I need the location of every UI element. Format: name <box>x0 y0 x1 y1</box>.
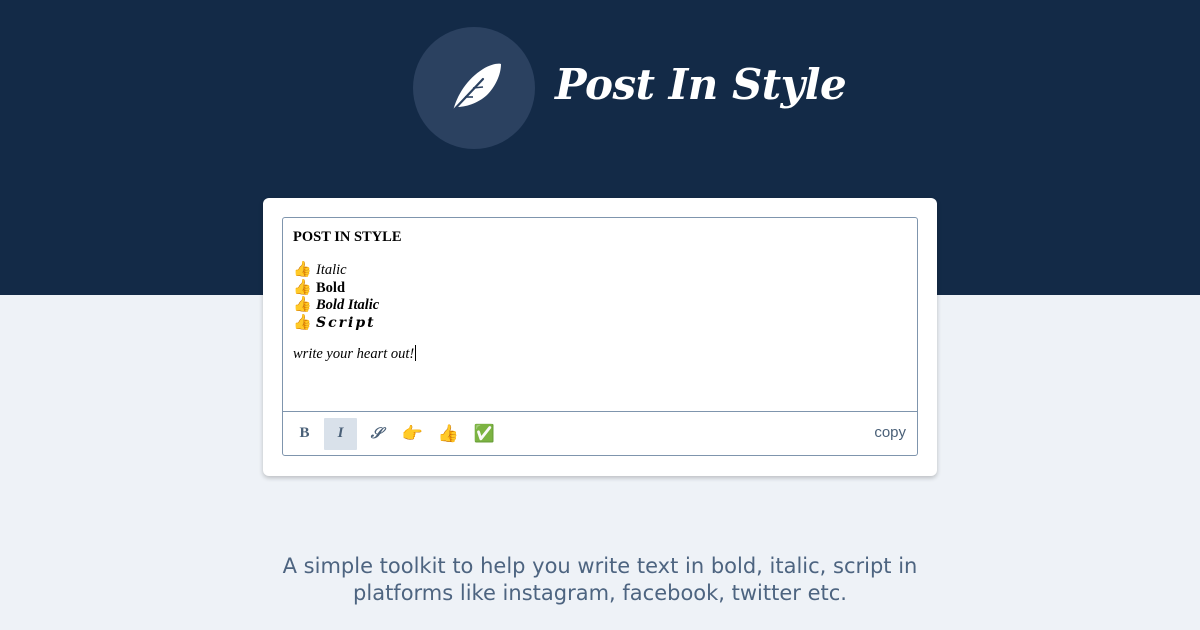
editor-line-text: Bold Italic <box>316 297 380 314</box>
brand-title: Post In Style <box>555 60 847 109</box>
tagline-line-1: A simple toolkit to help you write text … <box>282 554 918 578</box>
text-caret <box>415 345 417 361</box>
format-toolbar: B I 𝒮 👉 👍 ✅ copy <box>283 412 917 455</box>
editor-line-text: Bold <box>316 279 346 296</box>
check-mark-button[interactable]: ✅ <box>468 418 501 450</box>
feather-icon <box>447 63 501 117</box>
logo <box>413 27 535 149</box>
bold-button[interactable]: B <box>288 418 321 450</box>
thumbs-up-button[interactable]: 👍 <box>432 418 465 450</box>
editor-line-bold-italic: 👍 Bold Italic <box>293 297 907 315</box>
pointing-hand-button[interactable]: 👉 <box>396 418 429 450</box>
editor-heading: POST IN STYLE <box>293 229 402 245</box>
editor-closing-line: write your heart out! <box>293 345 907 363</box>
editor-line-bold: 👍 Bold <box>293 280 907 298</box>
editor-line-text: Italic <box>316 262 347 279</box>
tagline: A simple toolkit to help you write text … <box>0 553 1200 607</box>
editor-line-italic: 👍 Italic <box>293 262 907 280</box>
editor-card: POST IN STYLE 👍 Italic 👍 Bold 👍 Bold Ita… <box>263 198 937 476</box>
thumbs-up-icon: 👍 <box>293 314 312 331</box>
editor-line-script: 👍 Script <box>293 315 907 333</box>
copy-button[interactable]: copy <box>874 424 906 441</box>
text-editor[interactable]: POST IN STYLE 👍 Italic 👍 Bold 👍 Bold Ita… <box>283 218 917 412</box>
editor-closing-text: write your heart out! <box>293 346 415 362</box>
thumbs-up-icon: 👍 <box>293 297 312 314</box>
italic-button[interactable]: I <box>324 417 357 450</box>
thumbs-up-icon: 👍 <box>293 279 312 296</box>
editor-frame: POST IN STYLE 👍 Italic 👍 Bold 👍 Bold Ita… <box>282 217 918 456</box>
tagline-line-2: platforms like instagram, facebook, twit… <box>353 581 847 605</box>
editor-line-text: Script <box>316 314 376 331</box>
script-button[interactable]: 𝒮 <box>360 418 393 450</box>
thumbs-up-icon: 👍 <box>293 262 312 279</box>
